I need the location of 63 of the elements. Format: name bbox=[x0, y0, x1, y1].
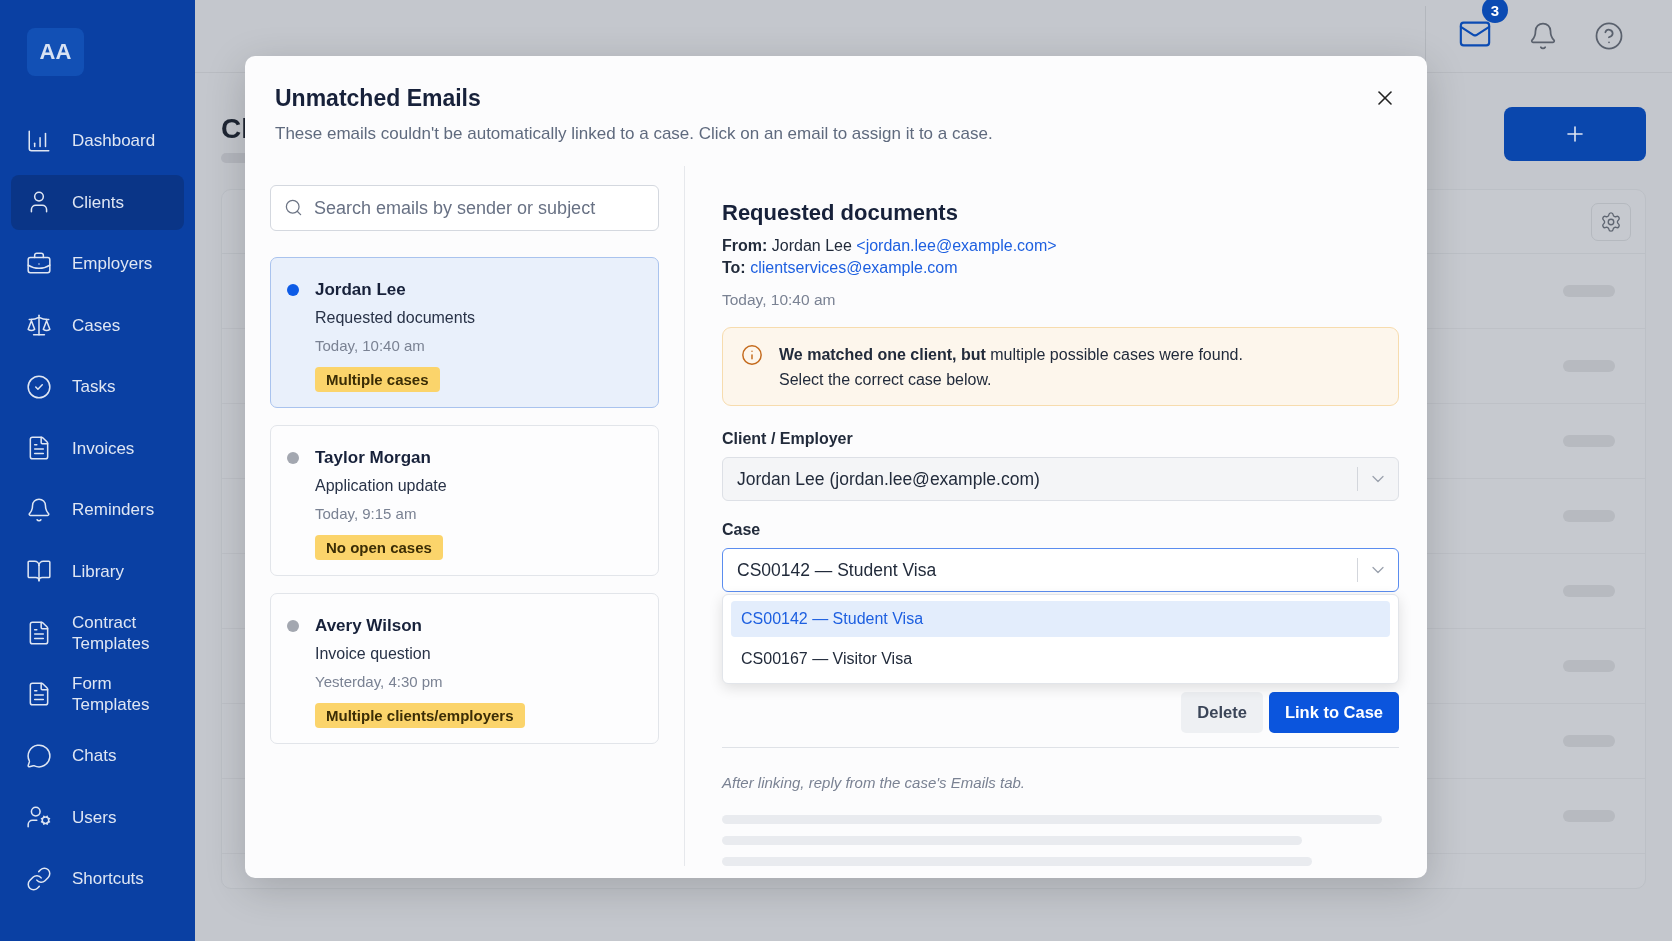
sidebar-item[interactable]: Contract Templates bbox=[11, 605, 184, 661]
scale-icon bbox=[26, 312, 52, 339]
email-time: Yesterday, 4:30 pm bbox=[315, 673, 443, 690]
settings-button[interactable] bbox=[1591, 202, 1631, 241]
status-dot bbox=[287, 620, 299, 632]
email-subject: Invoice question bbox=[315, 645, 431, 663]
email-subject: Requested documents bbox=[315, 309, 476, 327]
field-label: Case bbox=[722, 521, 762, 539]
settings-icon bbox=[1600, 210, 1622, 233]
email-time: Today, 9:15 am bbox=[315, 505, 417, 522]
status-tag: No open cases bbox=[315, 535, 443, 560]
email-subject-heading: Requested documents bbox=[722, 200, 959, 226]
info-icon bbox=[741, 344, 763, 366]
sender-name: Jordan Lee bbox=[315, 280, 406, 300]
sidebar-item[interactable]: Reminders bbox=[11, 482, 184, 538]
email-time: Today, 10:40 am bbox=[315, 337, 425, 354]
sender-name: Taylor Morgan bbox=[315, 448, 431, 468]
email-list-item[interactable]: Jordan Lee Requested documents Today, 10:40 am Multiple cases bbox=[270, 257, 659, 408]
sidebar-item[interactable]: Clients bbox=[11, 174, 184, 230]
sidebar-item[interactable]: Invoices bbox=[11, 420, 184, 476]
notification-badge: 3 bbox=[1482, 0, 1508, 23]
email-time: Today, 10:40 am bbox=[722, 291, 837, 309]
sidebar-item[interactable]: Dashboard bbox=[11, 113, 184, 169]
to-line: To: clientservices@example.com bbox=[722, 259, 959, 277]
bell-icon[interactable] bbox=[1528, 21, 1558, 51]
status-dot bbox=[287, 452, 299, 464]
status-dot bbox=[287, 284, 299, 296]
from-line: From: Jordan Lee <jordan.lee@example.com> bbox=[722, 237, 1058, 255]
sidebar-item[interactable]: Chats bbox=[11, 728, 184, 784]
status-tag: Multiple cases bbox=[315, 367, 440, 392]
sidebar-item[interactable]: Form Templates bbox=[11, 666, 184, 722]
sender-name: Avery Wilson bbox=[315, 616, 422, 636]
bell-icon bbox=[26, 496, 52, 523]
secondary-button[interactable]: Delete bbox=[1181, 692, 1263, 733]
field-label: Client / Employer bbox=[722, 430, 854, 448]
notice-text: We matched one client, but multiple possible cases were found. Select the correct case below. bbox=[779, 345, 1243, 390]
sidebar-item[interactable]: Users bbox=[11, 789, 184, 845]
email-subject: Application update bbox=[315, 477, 447, 495]
sidebar-item[interactable]: Library bbox=[11, 543, 184, 599]
select-field[interactable]: CS00142 — Student Visa bbox=[722, 548, 1399, 592]
email-list-item[interactable]: Avery Wilson Invoice question Yesterday, 4:30 pm Multiple clients/employers bbox=[270, 593, 659, 744]
check-circle-icon bbox=[26, 373, 52, 400]
sidebar-item[interactable]: Cases bbox=[11, 297, 184, 353]
hint-text: After linking, reply from the case's Emails tab. bbox=[722, 774, 1026, 791]
status-tag: Multiple clients/employers bbox=[315, 703, 525, 728]
search-field[interactable]: Search emails by sender or subject bbox=[270, 185, 659, 231]
email-link[interactable]: clientservices@example.com bbox=[750, 259, 958, 276]
logo: AA bbox=[27, 28, 84, 76]
search-icon bbox=[284, 198, 303, 217]
link-icon bbox=[26, 865, 52, 892]
help-icon[interactable] bbox=[1594, 21, 1624, 51]
email-link[interactable]: <jordan.lee@example.com> bbox=[856, 237, 1057, 254]
select-field[interactable]: Jordan Lee (jordan.lee@example.com) bbox=[722, 457, 1399, 501]
email-list-item[interactable]: Taylor Morgan Application update Today, 9:15 am No open cases bbox=[270, 425, 659, 576]
modal-subtitle: These emails couldn't be automatically linked to a case. Click on an email to assign it to a case. bbox=[275, 124, 994, 144]
dropdown-option[interactable]: CS00167 — Visitor Visa bbox=[731, 641, 1390, 677]
sidebar-item[interactable]: Tasks bbox=[11, 359, 184, 415]
dropdown-option[interactable]: CS00142 — Student Visa bbox=[731, 601, 1390, 637]
chat-bubble-icon bbox=[26, 742, 52, 769]
sidebar-item[interactable]: Shortcuts bbox=[11, 851, 184, 907]
sidebar-item[interactable]: Employers bbox=[11, 236, 184, 292]
modal-title: Unmatched Emails bbox=[275, 85, 481, 112]
primary-button[interactable]: Link to Case bbox=[1268, 692, 1399, 733]
